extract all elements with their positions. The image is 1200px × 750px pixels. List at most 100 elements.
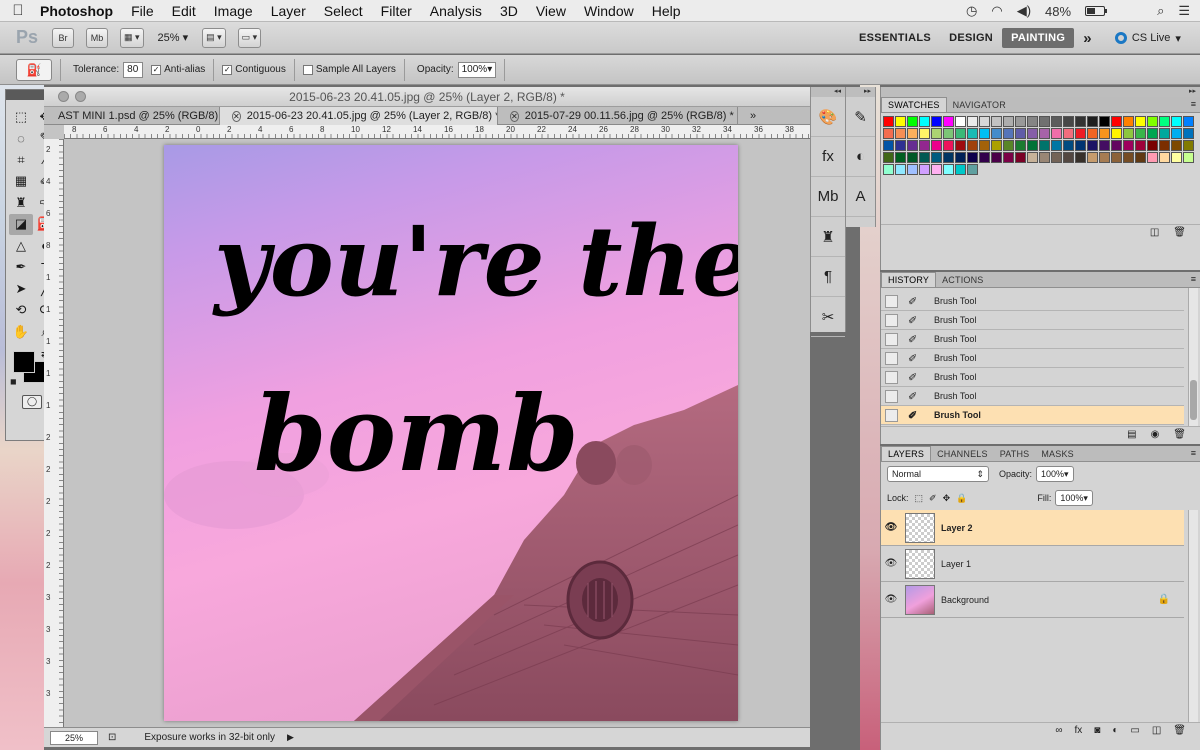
document-title-bar[interactable]: 2015-06-23 20.41.05.jpg @ 25% (Layer 2, … [44, 87, 810, 107]
time-machine-icon[interactable]: ◷ [966, 3, 977, 19]
panel-menu-icon[interactable]: ≡ [1191, 99, 1196, 109]
canvas-area[interactable]: you're the bomb [64, 139, 810, 735]
color-swatch[interactable] [1015, 116, 1026, 127]
color-swatch[interactable] [895, 128, 906, 139]
color-swatch[interactable] [1027, 140, 1038, 151]
color-swatch[interactable] [991, 152, 1002, 163]
close-window-button[interactable] [58, 91, 69, 102]
history-source-checkbox[interactable] [885, 408, 898, 422]
spotlight-search-icon[interactable]: ⌕ [1157, 3, 1164, 19]
brush-panel-icon[interactable]: ✎ [846, 97, 875, 137]
color-swatch[interactable] [1027, 152, 1038, 163]
notification-center-icon[interactable]: ☰ [1178, 3, 1190, 19]
color-swatch[interactable] [1111, 128, 1122, 139]
workspace-painting[interactable]: PAINTING [1002, 28, 1075, 48]
cs-live-button[interactable]: CS Live ▾ [1114, 32, 1181, 45]
color-swatch[interactable] [895, 164, 906, 175]
eraser-tool-icon[interactable]: ◪ [9, 213, 33, 235]
lock-position-icon[interactable]: ✥ [943, 493, 951, 504]
menu-3d[interactable]: 3D [491, 3, 527, 19]
color-swatch[interactable] [1159, 128, 1170, 139]
document-tab[interactable]: ✕ 2015-07-29 00.11.56.jpg @ 25% (RGB/8) … [498, 107, 738, 125]
crop-tool-icon[interactable]: ⌗ [9, 149, 33, 171]
color-swatch[interactable] [1159, 140, 1170, 151]
blend-mode-select[interactable]: Normal ⇕ [887, 466, 989, 482]
color-swatch[interactable] [1075, 152, 1086, 163]
adjustment-layer-icon[interactable]: ◐ [1112, 725, 1118, 736]
document-tab[interactable]: AST MINI 1.psd @ 25% (RGB/8) * [44, 107, 220, 125]
color-swatch[interactable] [1171, 140, 1182, 151]
dock-collapse-button-secondary[interactable]: ▸▸ [846, 87, 875, 97]
color-swatch[interactable] [1099, 128, 1110, 139]
color-swatch[interactable] [1183, 152, 1194, 163]
color-swatch[interactable] [1027, 116, 1038, 127]
color-swatch[interactable] [1171, 128, 1182, 139]
new-layer-icon[interactable]: ◫ [1152, 725, 1161, 736]
spot-healing-tool-icon[interactable]: ▦ [9, 171, 33, 193]
launch-mini-bridge-button[interactable]: Mb [86, 27, 108, 48]
color-swatch[interactable] [967, 128, 978, 139]
color-swatch[interactable] [883, 128, 894, 139]
color-swatch[interactable] [1183, 140, 1194, 151]
screen-mode-button[interactable]: ▭ ▾ [237, 27, 262, 48]
color-swatch[interactable] [919, 116, 930, 127]
menu-window[interactable]: Window [575, 3, 643, 19]
layer-row[interactable]: 👁 Background 🔒 [881, 582, 1184, 618]
layer-style-icon[interactable]: fx [1075, 725, 1083, 736]
color-swatch[interactable] [1147, 116, 1158, 127]
launch-bridge-button[interactable]: Br [52, 27, 74, 48]
status-menu-arrow[interactable]: ▶ [287, 732, 294, 743]
color-swatch[interactable] [883, 140, 894, 151]
panel-menu-icon[interactable]: ≡ [1191, 448, 1196, 458]
color-swatch[interactable] [955, 128, 966, 139]
tool-presets-icon[interactable]: ✂ [811, 297, 845, 337]
history-source-checkbox[interactable] [885, 332, 898, 346]
history-state-row[interactable]: ✐ Brush Tool [881, 368, 1184, 387]
color-swatch[interactable] [967, 164, 978, 175]
color-swatch[interactable] [1099, 116, 1110, 127]
arrange-documents-button[interactable]: ▤ ▾ [202, 27, 226, 48]
more-workspaces-button[interactable]: » [1074, 26, 1101, 51]
layer-opacity-input[interactable]: 100% ▾ [1036, 466, 1074, 482]
rectangular-marquee-tool-icon[interactable]: ⬚ [9, 106, 33, 128]
brush-presets-icon[interactable]: 🎨 [811, 97, 845, 137]
delete-layer-icon[interactable]: 🗑 [1173, 725, 1186, 736]
menu-help[interactable]: Help [643, 3, 690, 19]
horizontal-ruler[interactable]: 8 6 4 2 0 2 4 6 8 10 12 14 16 18 20 22 24 26 28 30 32 34 36 38 [64, 125, 810, 139]
color-swatch[interactable] [1063, 152, 1074, 163]
color-swatch[interactable] [943, 140, 954, 151]
history-state-row[interactable]: ✐ Brush Tool [881, 330, 1184, 349]
link-layers-icon[interactable]: ∞ [1055, 725, 1062, 736]
history-state-row[interactable]: ✐ Brush Tool [881, 349, 1184, 368]
vertical-ruler[interactable]: 2 4 6 8 1 1 1 1 1 2 2 2 2 2 3 3 3 3 [44, 139, 64, 735]
color-swatch[interactable] [883, 116, 894, 127]
color-swatch[interactable] [1135, 140, 1146, 151]
paragraph-icon[interactable]: ¶ [811, 257, 845, 297]
contiguous-checkbox[interactable]: ✓ [222, 64, 233, 75]
history-state-row[interactable]: ✐ Brush Tool [881, 406, 1184, 425]
color-swatch[interactable] [1159, 116, 1170, 127]
color-swatch[interactable] [895, 116, 906, 127]
color-swatch[interactable] [931, 152, 942, 163]
color-swatch[interactable] [919, 152, 930, 163]
color-swatch[interactable] [1051, 140, 1062, 151]
fill-input[interactable]: 100% ▾ [1055, 490, 1093, 506]
color-swatch[interactable] [1039, 128, 1050, 139]
color-swatch[interactable] [895, 140, 906, 151]
wifi-icon[interactable]: ◠ [991, 3, 1002, 19]
color-swatch[interactable] [907, 164, 918, 175]
visibility-eye-icon[interactable]: 👁 [881, 558, 901, 569]
styles-icon[interactable]: fx [811, 137, 845, 177]
color-swatch[interactable] [1051, 152, 1062, 163]
color-swatch[interactable] [1147, 128, 1158, 139]
color-swatch[interactable] [1003, 128, 1014, 139]
color-swatch[interactable] [979, 152, 990, 163]
dock-collapse-button[interactable]: ◂◂ [811, 87, 845, 97]
color-swatch[interactable] [895, 152, 906, 163]
tab-navigator[interactable]: NAVIGATOR [947, 98, 1012, 112]
layer-row[interactable]: 👁 Layer 2 [881, 510, 1184, 546]
color-swatch[interactable] [979, 128, 990, 139]
color-swatch[interactable] [967, 152, 978, 163]
color-swatch[interactable] [1123, 128, 1134, 139]
visibility-eye-icon[interactable]: 👁 [881, 522, 901, 533]
